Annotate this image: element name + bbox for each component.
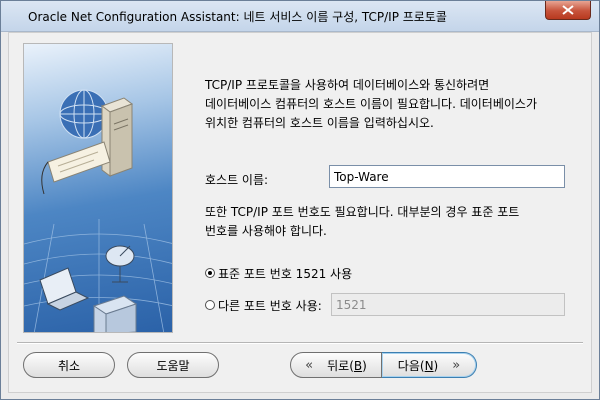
tag-icon (41, 141, 111, 195)
window-title: Oracle Net Configuration Assistant: 네트 서… (28, 10, 447, 24)
network-illustration-icon (24, 89, 172, 332)
next-button-label: 다음(N) (397, 358, 439, 373)
custom-port-label[interactable]: 다른 포트 번호 사용: (218, 297, 322, 314)
server-icon (100, 97, 134, 177)
intro-line: TCP/IP 프로토콜을 사용하여 데이터베이스와 통신하려면 (205, 78, 490, 92)
intro-line: 위치한 컴퓨터의 호스트 이름을 입력하십시오. (205, 116, 434, 130)
intro-line: 데이터베이스 컴퓨터의 호스트 이름이 필요합니다. 데이터베이스가 (205, 97, 538, 111)
dialog-window: Oracle Net Configuration Assistant: 네트 서… (0, 0, 600, 400)
port-info-line: 번호를 사용해야 합니다. (205, 224, 327, 238)
back-button-label: 뒤로(B) (327, 358, 367, 373)
close-icon (562, 5, 574, 15)
custom-port-radio[interactable] (205, 300, 215, 310)
next-button[interactable]: 다음(N) » (382, 352, 477, 378)
back-button[interactable]: « 뒤로(B) (290, 352, 382, 378)
laptop-icon (39, 267, 90, 311)
standard-port-radio[interactable] (205, 268, 215, 278)
dialog-client-area: TCP/IP 프로토콜을 사용하여 데이터베이스와 통신하려면 데이터베이스 컴… (8, 32, 592, 393)
wizard-illustration (23, 43, 173, 333)
help-button[interactable]: 도움말 (127, 352, 219, 378)
help-button-label: 도움말 (156, 358, 190, 373)
chevron-left-double-icon: « (305, 357, 314, 373)
standard-port-label[interactable]: 표준 포트 번호 1521 사용 (218, 265, 352, 282)
cancel-button[interactable]: 취소 (23, 352, 115, 378)
globe-icon (59, 89, 109, 139)
host-name-input[interactable] (329, 165, 565, 188)
intro-text: TCP/IP 프로토콜을 사용하여 데이터베이스와 통신하려면 데이터베이스 컴… (205, 76, 537, 133)
footer-divider (17, 342, 583, 344)
custom-port-input[interactable] (331, 293, 565, 316)
cancel-button-label: 취소 (57, 358, 81, 373)
close-button[interactable] (545, 1, 591, 20)
port-info-line: 또한 TCP/IP 포트 번호도 필요합니다. 대부분의 경우 표준 포트 (205, 205, 520, 219)
box-icon (92, 295, 138, 332)
title-bar[interactable]: Oracle Net Configuration Assistant: 네트 서… (1, 1, 599, 32)
host-name-label: 호스트 이름: (205, 173, 269, 187)
chevron-right-double-icon: » (452, 357, 461, 373)
port-info-text: 또한 TCP/IP 포트 번호도 필요합니다. 대부분의 경우 표준 포트 번호… (205, 203, 519, 241)
